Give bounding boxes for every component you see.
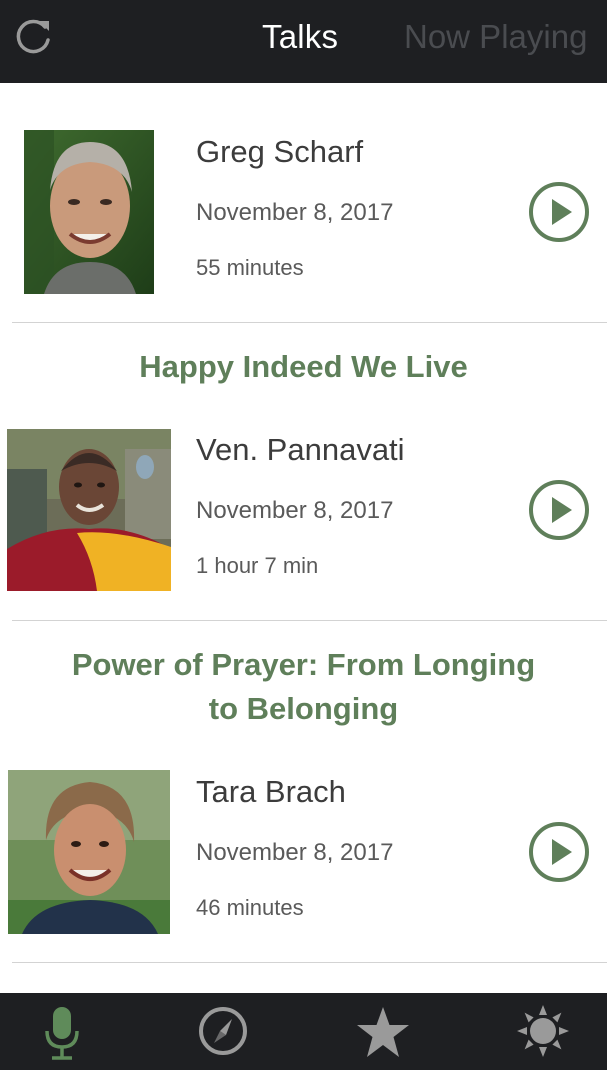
refresh-icon[interactable] bbox=[12, 16, 56, 60]
talk-title: Power of Prayer: From Longing to Belongi… bbox=[20, 643, 587, 731]
talk-duration: 46 minutes bbox=[196, 895, 304, 920]
divider bbox=[12, 322, 607, 323]
speaker-photo bbox=[8, 770, 170, 934]
talk-date: November 8, 2017 bbox=[196, 839, 394, 866]
talk-title-line: Power of Prayer: From Longing bbox=[71, 647, 536, 682]
microphone-icon[interactable] bbox=[34, 1005, 90, 1061]
divider bbox=[12, 620, 607, 621]
bottom-tab-bar bbox=[0, 993, 607, 1070]
talk-date: November 8, 2017 bbox=[196, 199, 394, 226]
play-button[interactable] bbox=[528, 821, 590, 883]
play-button[interactable] bbox=[528, 181, 590, 243]
compass-icon[interactable] bbox=[195, 1005, 251, 1061]
play-button[interactable] bbox=[528, 479, 590, 541]
star-icon[interactable] bbox=[355, 1005, 411, 1061]
speaker-photo bbox=[24, 130, 154, 294]
top-bar: Talks Now Playing bbox=[0, 0, 607, 83]
talk-title: Happy Indeed We Live bbox=[139, 349, 468, 384]
tab-now-playing[interactable]: Now Playing bbox=[404, 18, 587, 56]
talk-duration: 55 minutes bbox=[196, 255, 304, 280]
sun-icon[interactable] bbox=[515, 1005, 571, 1061]
divider bbox=[12, 962, 607, 963]
speaker-name: Ven. Pannavati bbox=[196, 432, 405, 467]
talk-duration: 1 hour 7 min bbox=[196, 553, 319, 578]
talks-list[interactable]: Greg Scharf November 8, 2017 55 minutes … bbox=[0, 83, 607, 993]
speaker-name: Greg Scharf bbox=[196, 134, 364, 169]
talk-date: November 8, 2017 bbox=[196, 497, 394, 524]
talk-title-line: to Belonging bbox=[208, 691, 399, 726]
speaker-photo bbox=[7, 429, 171, 591]
tab-talks[interactable]: Talks bbox=[262, 18, 338, 56]
speaker-name: Tara Brach bbox=[196, 774, 346, 809]
